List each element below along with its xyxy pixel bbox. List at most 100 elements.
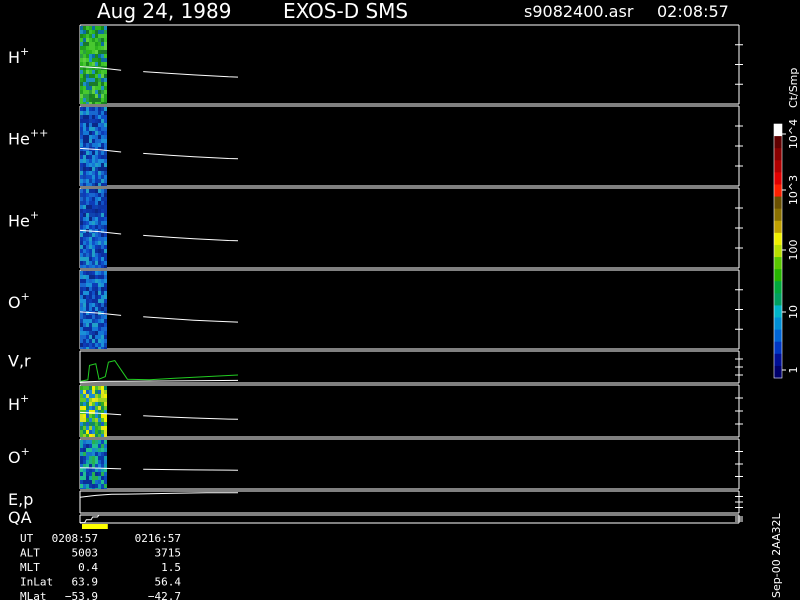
heatmap-cell (89, 221, 92, 225)
heatmap-cell (80, 394, 83, 398)
heatmap-cell (92, 179, 95, 183)
heatmap-cell (89, 78, 92, 82)
heatmap-cell (89, 66, 92, 70)
heatmap-cell (98, 197, 101, 201)
colorbar-swatch (774, 184, 782, 198)
heatmap-cell (83, 335, 86, 339)
heatmap-cell (92, 386, 95, 390)
heatmap-cell (80, 233, 83, 237)
heatmap-cell (95, 275, 98, 279)
heatmap-cell (80, 398, 83, 402)
heatmap-cell (101, 159, 104, 163)
heatmap-cell (89, 464, 92, 468)
heatmap-cell (98, 58, 101, 62)
heatmap-cell (98, 233, 101, 237)
heatmap-cell (80, 179, 83, 183)
heatmap-cell (101, 94, 104, 98)
heatmap-cell (80, 476, 83, 480)
heatmap-cell (101, 225, 104, 229)
heatmap-cell (83, 221, 86, 225)
heatmap-cell (101, 213, 104, 217)
heatmap-cell (95, 480, 98, 484)
heatmap-cell (86, 127, 89, 131)
heatmap-cell (98, 86, 101, 90)
heatmap-cell (83, 468, 86, 472)
heatmap-cell (86, 271, 89, 275)
heatmap-cell (98, 143, 101, 147)
heatmap-cell (86, 331, 89, 335)
heatmap-cell (95, 331, 98, 335)
heatmap-cell (101, 402, 104, 406)
heatmap-cell (98, 460, 101, 464)
heatmap-cell (83, 201, 86, 205)
heatmap-cell (92, 70, 95, 74)
heatmap-cell (101, 155, 104, 159)
heatmap-cell (86, 74, 89, 78)
heatmap-cell (98, 38, 101, 42)
heatmap-cell (92, 94, 95, 98)
heatmap-cell (95, 42, 98, 46)
heatmap-cell (98, 343, 101, 347)
heatmap-cell (98, 249, 101, 253)
heatmap-cell (95, 135, 98, 139)
heatmap-cell (83, 299, 86, 303)
heatmap-cell (86, 275, 89, 279)
heatmap-cell (80, 319, 83, 323)
heatmap-cell (101, 34, 104, 38)
heatmap-cell (95, 468, 98, 472)
heatmap-cell (89, 323, 92, 327)
heatmap-cell (83, 217, 86, 221)
heatmap-cell (101, 398, 104, 402)
heatmap-cell (98, 464, 101, 468)
heatmap-cell (104, 119, 107, 123)
heatmap-cell (104, 444, 107, 448)
heatmap-cell (101, 102, 104, 104)
heatmap-cell (80, 426, 83, 430)
heatmap-cell (86, 460, 89, 464)
heatmap-cell (80, 115, 83, 119)
heatmap-cell (83, 426, 86, 430)
heatmap-cell (86, 406, 89, 410)
heatmap-cell (98, 179, 101, 183)
heatmap-cell (95, 30, 98, 34)
heatmap-cell (95, 347, 98, 349)
heatmap-cell (101, 62, 104, 66)
heatmap-cell (86, 402, 89, 406)
heatmap-cell (80, 30, 83, 34)
heatmap-cell (83, 26, 86, 30)
heatmap-cell (104, 319, 107, 323)
heatmap-cell (101, 315, 104, 319)
heatmap-cell (98, 123, 101, 127)
heatmap-cell (95, 402, 98, 406)
heatmap-cell (83, 175, 86, 179)
heatmap-cell (95, 213, 98, 217)
heatmap-cell (83, 444, 86, 448)
heatmap-cell (104, 283, 107, 287)
heatmap-cell (80, 468, 83, 472)
colorbar-swatch (774, 329, 782, 343)
heatmap-cell (86, 139, 89, 143)
heatmap-cell (98, 430, 101, 434)
heatmap-cell (89, 179, 92, 183)
heatmap-cell (83, 245, 86, 249)
heatmap-cell (101, 476, 104, 480)
heatmap-cell (83, 50, 86, 54)
heatmap-cell (89, 347, 92, 349)
heatmap-cell (80, 205, 83, 209)
heatmap-cell (86, 434, 89, 437)
heatmap-cell (95, 119, 98, 123)
heatmap-cell (104, 287, 107, 291)
heatmap-cell (89, 98, 92, 102)
heatmap-cell (95, 217, 98, 221)
heatmap-cell (80, 26, 83, 30)
heatmap-cell (89, 245, 92, 249)
heatmap-cell (80, 283, 83, 287)
heatmap-cell (95, 444, 98, 448)
colorbar-swatch (774, 124, 782, 137)
heatmap-cell (86, 159, 89, 163)
heatmap-cell (80, 139, 83, 143)
heatmap-cell (92, 245, 95, 249)
heatmap-cell (89, 287, 92, 291)
heatmap-cell (89, 90, 92, 94)
heatmap-cell (98, 62, 101, 66)
